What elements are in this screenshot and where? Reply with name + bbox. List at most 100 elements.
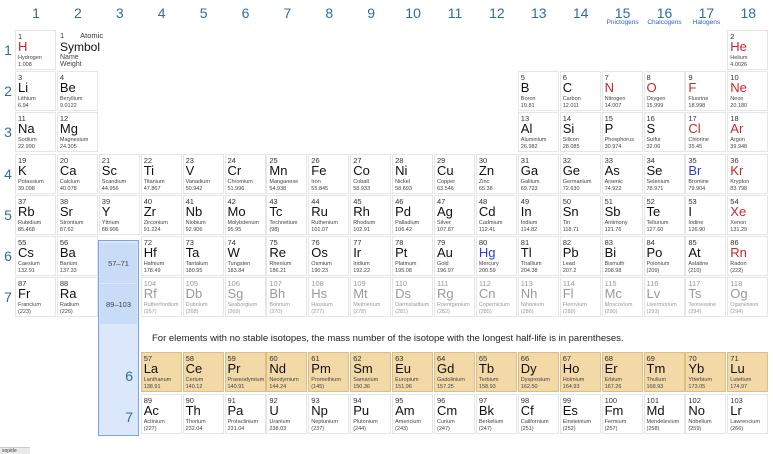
element-cell-ag[interactable]: 47 Ag Silver 107.87 — [434, 194, 475, 235]
element-cell-og[interactable]: 118 Og Oganesson (294) — [727, 277, 769, 318]
element-cell-ru[interactable]: 44 Ru Ruthenium 101.07 — [308, 194, 350, 235]
element-cell-ar[interactable]: 18 Ar Argon 39.948 — [727, 112, 769, 153]
element-cell-co[interactable]: 27 Co Cobalt 58.933 — [350, 153, 392, 194]
element-cell-hs[interactable]: 108 Hs Hassium (277) — [308, 277, 350, 318]
element-cell-cf[interactable]: 98 Cf Californium (251) — [517, 394, 559, 434]
element-cell-mc[interactable]: 115 Mc Moscovium (290) — [601, 277, 643, 318]
element-cell-cr[interactable]: 24 Cr Chromium 51.996 — [224, 153, 266, 194]
element-cell-th[interactable]: 90 Th Thorium 232.04 — [182, 394, 224, 434]
element-cell-pr[interactable]: 59 Pr Praseodymium 140.91 — [224, 352, 266, 392]
element-cell-cm[interactable]: 96 Cm Curium (247) — [434, 394, 475, 434]
element-cell-xe[interactable]: 54 Xe Xenon 131.29 — [727, 194, 769, 235]
lanthanide-reference[interactable]: 57–71 — [100, 243, 137, 283]
element-cell-nd[interactable]: 60 Nd Neodymium 144.24 — [266, 352, 308, 392]
element-cell-fe[interactable]: 26 Fe Iron 55.845 — [308, 153, 350, 194]
element-cell-sr[interactable]: 38 Sr Strontium 87.62 — [56, 194, 98, 235]
element-cell-rg[interactable]: 111 Rg Roentgenium (282) — [434, 277, 475, 318]
element-cell-cu[interactable]: 29 Cu Copper 63.546 — [434, 153, 475, 194]
element-cell-db[interactable]: 105 Db Dubnium (268) — [182, 277, 224, 318]
element-cell-hg[interactable]: 80 Hg Mercury 200.59 — [475, 236, 517, 276]
element-cell-pt[interactable]: 78 Pt Platinum 195.08 — [392, 236, 434, 276]
element-cell-rb[interactable]: 37 Rb Rubidium 85.468 — [15, 194, 56, 235]
actinide-reference[interactable]: 89–103 — [100, 284, 137, 324]
element-cell-la[interactable]: 57 La Lanthanum 138.91 — [140, 352, 182, 392]
element-cell-ds[interactable]: 110 Ds Darmstadtium (281) — [392, 277, 434, 318]
element-cell-ho[interactable]: 67 Ho Holmium 164.93 — [559, 352, 601, 392]
element-cell-md[interactable]: 101 Md Mendelevium (258) — [643, 394, 685, 434]
element-cell-ta[interactable]: 73 Ta Tantalum 180.95 — [182, 236, 224, 276]
element-cell-be[interactable]: 4 Be Beryllium 9.0122 — [56, 71, 98, 112]
element-cell-ti[interactable]: 22 Ti Titanium 47.867 — [140, 153, 182, 194]
element-cell-am[interactable]: 95 Am Americium (243) — [392, 394, 434, 434]
element-cell-re[interactable]: 75 Re Rhenium 186.21 — [266, 236, 308, 276]
element-cell-ir[interactable]: 77 Ir Iridium 192.22 — [350, 236, 392, 276]
element-cell-bk[interactable]: 97 Bk Berkelium (247) — [475, 394, 517, 434]
element-cell-as[interactable]: 33 As Arsenic 74.922 — [601, 153, 643, 194]
element-cell-te[interactable]: 52 Te Tellurium 127.60 — [643, 194, 685, 235]
element-cell-f[interactable]: 9 F Fluorine 18.998 — [685, 71, 727, 112]
element-cell-bh[interactable]: 107 Bh Bohrium (270) — [266, 277, 308, 318]
element-cell-na[interactable]: 11 Na Sodium 22.990 — [15, 112, 56, 153]
element-cell-rn[interactable]: 86 Rn Radon (222) — [727, 236, 769, 276]
element-cell-br[interactable]: 35 Br Bromine 79.904 — [685, 153, 727, 194]
element-cell-zr[interactable]: 40 Zr Zirconium 91.224 — [140, 194, 182, 235]
element-cell-lv[interactable]: 116 Lv Livermorium (293) — [643, 277, 685, 318]
element-cell-rh[interactable]: 45 Rh Rhodium 102.91 — [350, 194, 392, 235]
element-cell-se[interactable]: 34 Se Selenium 78.971 — [643, 153, 685, 194]
element-cell-dy[interactable]: 66 Dy Dysprosium 162.50 — [517, 352, 559, 392]
element-cell-kr[interactable]: 36 Kr Krypton 83.798 — [727, 153, 769, 194]
element-cell-k[interactable]: 19 K Potassium 39.098 — [15, 153, 56, 194]
element-cell-nb[interactable]: 41 Nb Niobium 92.906 — [182, 194, 224, 235]
element-cell-zn[interactable]: 30 Zn Zinc 65.38 — [475, 153, 517, 194]
element-cell-pd[interactable]: 46 Pd Palladium 106.42 — [392, 194, 434, 235]
element-cell-ne[interactable]: 10 Ne Neon 20.180 — [727, 71, 769, 112]
element-cell-n[interactable]: 7 N Nitrogen 14.007 — [601, 71, 643, 112]
element-cell-in[interactable]: 49 In Indium 114.82 — [517, 194, 559, 235]
element-cell-cl[interactable]: 17 Cl Chlorine 35.45 — [685, 112, 727, 153]
element-cell-er[interactable]: 68 Er Erbium 167.26 — [601, 352, 643, 392]
element-cell-es[interactable]: 99 Es Einsteinium (252) — [559, 394, 601, 434]
element-cell-sg[interactable]: 106 Sg Seaborgium (269) — [224, 277, 266, 318]
element-cell-ga[interactable]: 31 Ga Gallium 69.723 — [517, 153, 559, 194]
element-cell-mt[interactable]: 109 Mt Meitnerium (278) — [350, 277, 392, 318]
element-cell-pm[interactable]: 61 Pm Promethium (145) — [308, 352, 350, 392]
element-cell-po[interactable]: 84 Po Polonium (209) — [643, 236, 685, 276]
element-cell-ni[interactable]: 28 Ni Nickel 58.693 — [392, 153, 434, 194]
element-cell-cs[interactable]: 55 Cs Caesium 132.91 — [15, 236, 56, 276]
element-cell-b[interactable]: 5 B Boron 10.81 — [517, 71, 559, 112]
element-cell-at[interactable]: 85 At Astatine (210) — [685, 236, 727, 276]
element-cell-ra[interactable]: 88 Ra Radium (226) — [56, 277, 98, 318]
element-cell-ce[interactable]: 58 Ce Cerium 140.12 — [182, 352, 224, 392]
element-cell-he[interactable]: 2 He Helium 4.0026 — [727, 30, 769, 70]
element-cell-ac[interactable]: 89 Ac Actinium (227) — [140, 394, 182, 434]
element-cell-p[interactable]: 15 P Phosphorus 30.974 — [601, 112, 643, 153]
element-cell-au[interactable]: 79 Au Gold 196.97 — [434, 236, 475, 276]
element-cell-bi[interactable]: 83 Bi Bismuth 208.98 — [601, 236, 643, 276]
element-cell-pa[interactable]: 91 Pa Protactinium 231.04 — [224, 394, 266, 434]
element-cell-tm[interactable]: 69 Tm Thulium 168.93 — [643, 352, 685, 392]
element-cell-h[interactable]: 1 H Hydrogen 1.008 — [15, 30, 56, 70]
element-cell-sc[interactable]: 21 Sc Scandium 44.956 — [98, 153, 140, 194]
element-cell-pu[interactable]: 94 Pu Plutonium (244) — [350, 394, 392, 434]
element-cell-sb[interactable]: 51 Sb Antimony 121.76 — [601, 194, 643, 235]
element-cell-tl[interactable]: 81 Tl Thallium 204.38 — [517, 236, 559, 276]
element-cell-al[interactable]: 13 Al Aluminium 26.982 — [517, 112, 559, 153]
element-cell-sm[interactable]: 62 Sm Samarium 150.36 — [350, 352, 392, 392]
element-cell-gd[interactable]: 64 Gd Gadolinium 157.25 — [434, 352, 475, 392]
element-cell-rf[interactable]: 104 Rf Rutherfordium (267) — [140, 277, 182, 318]
element-cell-si[interactable]: 14 Si Silicon 28.085 — [559, 112, 601, 153]
element-cell-mg[interactable]: 12 Mg Magnesium 24.305 — [56, 112, 98, 153]
element-cell-li[interactable]: 3 Li Lithium 6.94 — [15, 71, 56, 112]
element-cell-o[interactable]: 8 O Oxygen 15.999 — [643, 71, 685, 112]
element-cell-sn[interactable]: 50 Sn Tin 118.71 — [559, 194, 601, 235]
element-cell-mo[interactable]: 42 Mo Molybdenum 95.95 — [224, 194, 266, 235]
element-cell-fl[interactable]: 114 Fl Flerovium (289) — [559, 277, 601, 318]
element-cell-cd[interactable]: 48 Cd Cadmium 112.41 — [475, 194, 517, 235]
element-cell-fr[interactable]: 87 Fr Francium (223) — [15, 277, 56, 318]
element-cell-os[interactable]: 76 Os Osmium 190.23 — [308, 236, 350, 276]
element-cell-ts[interactable]: 117 Ts Tennessine (294) — [685, 277, 727, 318]
element-cell-lr[interactable]: 103 Lr Lawrencium (266) — [727, 394, 769, 434]
element-cell-nh[interactable]: 113 Nh Nihonium (286) — [517, 277, 559, 318]
element-cell-yb[interactable]: 70 Yb Ytterbium 173.05 — [685, 352, 727, 392]
element-cell-ba[interactable]: 56 Ba Barium 137.33 — [56, 236, 98, 276]
